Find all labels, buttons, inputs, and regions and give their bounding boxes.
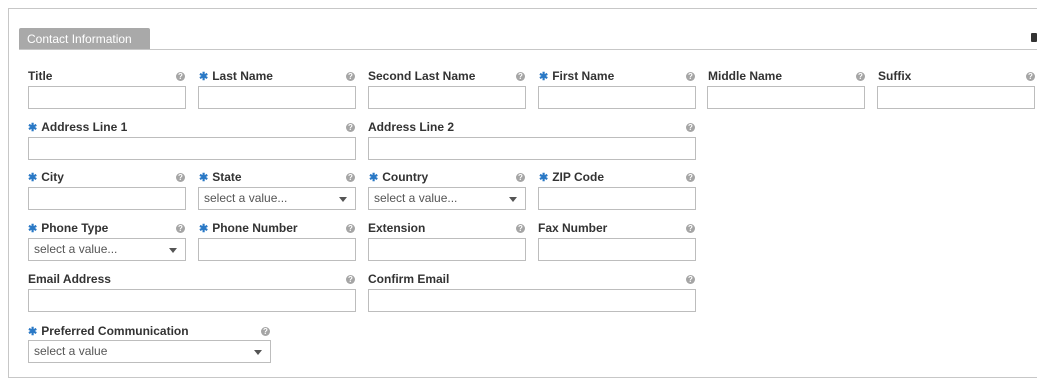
middle-name-input[interactable] [707,86,865,109]
last-name-input[interactable] [198,86,356,109]
extension-label: Extension [368,221,426,235]
preferred-communication-label: ✱ Preferred Communication [28,324,189,338]
phone-type-select[interactable]: select a value... [28,238,186,261]
phone-type-label: ✱ Phone Type [28,221,109,235]
help-icon[interactable]: ? [346,173,355,182]
required-icon: ✱ [539,71,549,83]
help-icon[interactable]: ? [516,72,525,81]
required-icon: ✱ [199,71,209,83]
fax-number-label: Fax Number [538,221,608,235]
confirm-email-label: Confirm Email [368,272,450,286]
help-icon[interactable]: ? [261,327,270,336]
phone-number-label: ✱ Phone Number [199,221,298,235]
fax-number-input[interactable] [538,238,696,261]
help-icon[interactable]: ? [346,224,355,233]
required-icon: ✱ [539,172,549,184]
required-icon: ✱ [28,122,38,134]
help-icon[interactable]: ? [516,173,525,182]
country-label: ✱ Country [369,170,429,184]
required-icon: ✱ [28,326,38,338]
state-select[interactable]: select a value... [198,187,356,210]
help-icon[interactable]: ? [346,275,355,284]
help-icon[interactable]: ? [686,123,695,132]
email-address-input[interactable] [28,289,356,312]
suffix-input[interactable] [877,86,1035,109]
help-icon[interactable]: ? [856,72,865,81]
confirm-email-input[interactable] [368,289,696,312]
phone-number-input[interactable] [198,238,356,261]
chevron-down-icon [254,350,262,355]
required-icon: ✱ [28,172,38,184]
first-name-input[interactable] [538,86,696,109]
tab-divider [19,49,1037,50]
second-last-name-label: Second Last Name [368,69,476,83]
address-line-1-input[interactable] [28,137,356,160]
chevron-down-icon [169,248,177,253]
address-line-2-label: Address Line 2 [368,120,455,134]
panel-edge-icon[interactable] [1031,33,1037,42]
city-label: ✱ City [28,170,64,184]
last-name-label: ✱ Last Name [199,69,273,83]
middle-name-label: Middle Name [708,69,783,83]
chevron-down-icon [339,197,347,202]
help-icon[interactable]: ? [176,72,185,81]
phone-type-select-value: select a value... [34,242,118,256]
email-address-label: Email Address [28,272,111,286]
address-line-1-label: ✱ Address Line 1 [28,120,128,134]
country-select[interactable]: select a value... [368,187,526,210]
preferred-communication-select-value: select a value [34,344,108,358]
help-icon[interactable]: ? [176,224,185,233]
required-icon: ✱ [199,172,209,184]
help-icon[interactable]: ? [686,275,695,284]
required-icon: ✱ [28,223,38,235]
zip-code-input[interactable] [538,187,696,210]
state-label: ✱ State [199,170,242,184]
country-select-value: select a value... [374,191,458,205]
zip-code-label: ✱ ZIP Code [539,170,605,184]
help-icon[interactable]: ? [1026,72,1035,81]
required-icon: ✱ [199,223,209,235]
title-label: Title [28,69,53,83]
city-input[interactable] [28,187,186,210]
help-icon[interactable]: ? [686,173,695,182]
preferred-communication-select[interactable]: select a value [28,340,271,363]
help-icon[interactable]: ? [176,173,185,182]
chevron-down-icon [509,197,517,202]
help-icon[interactable]: ? [686,224,695,233]
suffix-label: Suffix [878,69,912,83]
extension-input[interactable] [368,238,526,261]
tab-contact-information[interactable]: Contact Information [19,28,150,50]
first-name-label: ✱ First Name [539,69,615,83]
help-icon[interactable]: ? [346,123,355,132]
help-icon[interactable]: ? [346,72,355,81]
address-line-2-input[interactable] [368,137,696,160]
help-icon[interactable]: ? [516,224,525,233]
help-icon[interactable]: ? [686,72,695,81]
title-input[interactable] [28,86,186,109]
state-select-value: select a value... [204,191,288,205]
required-icon: ✱ [369,172,379,184]
second-last-name-input[interactable] [368,86,526,109]
